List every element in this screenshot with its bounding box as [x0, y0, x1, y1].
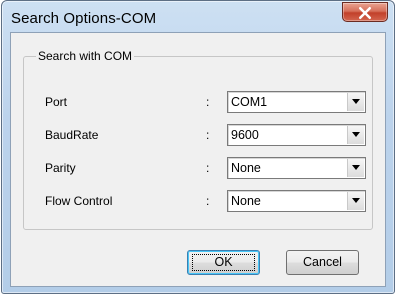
- chevron-down-icon: [352, 165, 360, 170]
- port-value: COM1: [231, 95, 268, 109]
- flow-control-value: None: [231, 194, 261, 208]
- close-icon: [358, 6, 372, 20]
- cancel-button-label: Cancel: [303, 255, 342, 269]
- port-select[interactable]: COM1: [227, 91, 366, 113]
- chevron-down-icon: [352, 99, 360, 104]
- flow-control-colon: :: [206, 194, 210, 208]
- port-label: Port: [45, 95, 68, 109]
- parity-select[interactable]: None: [227, 157, 366, 179]
- parity-colon: :: [206, 161, 210, 175]
- ok-button-label: OK: [214, 255, 233, 269]
- baudrate-select[interactable]: 9600: [227, 124, 366, 146]
- flow-control-dropdown-button[interactable]: [347, 192, 364, 210]
- group-legend: Search with COM: [36, 49, 135, 63]
- title-bar[interactable]: Search Options-COM: [2, 1, 394, 33]
- baudrate-dropdown-button[interactable]: [347, 126, 364, 144]
- parity-value: None: [231, 161, 261, 175]
- dialog-client-area: Search with COM Port : COM1 BaudRate : 9…: [10, 32, 386, 287]
- port-dropdown-button[interactable]: [347, 93, 364, 111]
- window-title: Search Options-COM: [11, 10, 157, 27]
- flow-control-label: Flow Control: [45, 194, 113, 208]
- cancel-button[interactable]: Cancel: [286, 250, 359, 275]
- parity-dropdown-button[interactable]: [347, 159, 364, 177]
- baudrate-colon: :: [206, 128, 210, 142]
- chevron-down-icon: [352, 132, 360, 137]
- ok-button[interactable]: OK: [187, 250, 260, 275]
- close-button[interactable]: [342, 2, 388, 22]
- search-options-dialog: Search Options-COM Search with COM Port …: [1, 0, 395, 294]
- flow-control-select[interactable]: None: [227, 190, 366, 212]
- port-colon: :: [206, 95, 210, 109]
- parity-label: Parity: [45, 161, 76, 175]
- baudrate-value: 9600: [231, 128, 259, 142]
- chevron-down-icon: [352, 198, 360, 203]
- baudrate-label: BaudRate: [45, 128, 99, 142]
